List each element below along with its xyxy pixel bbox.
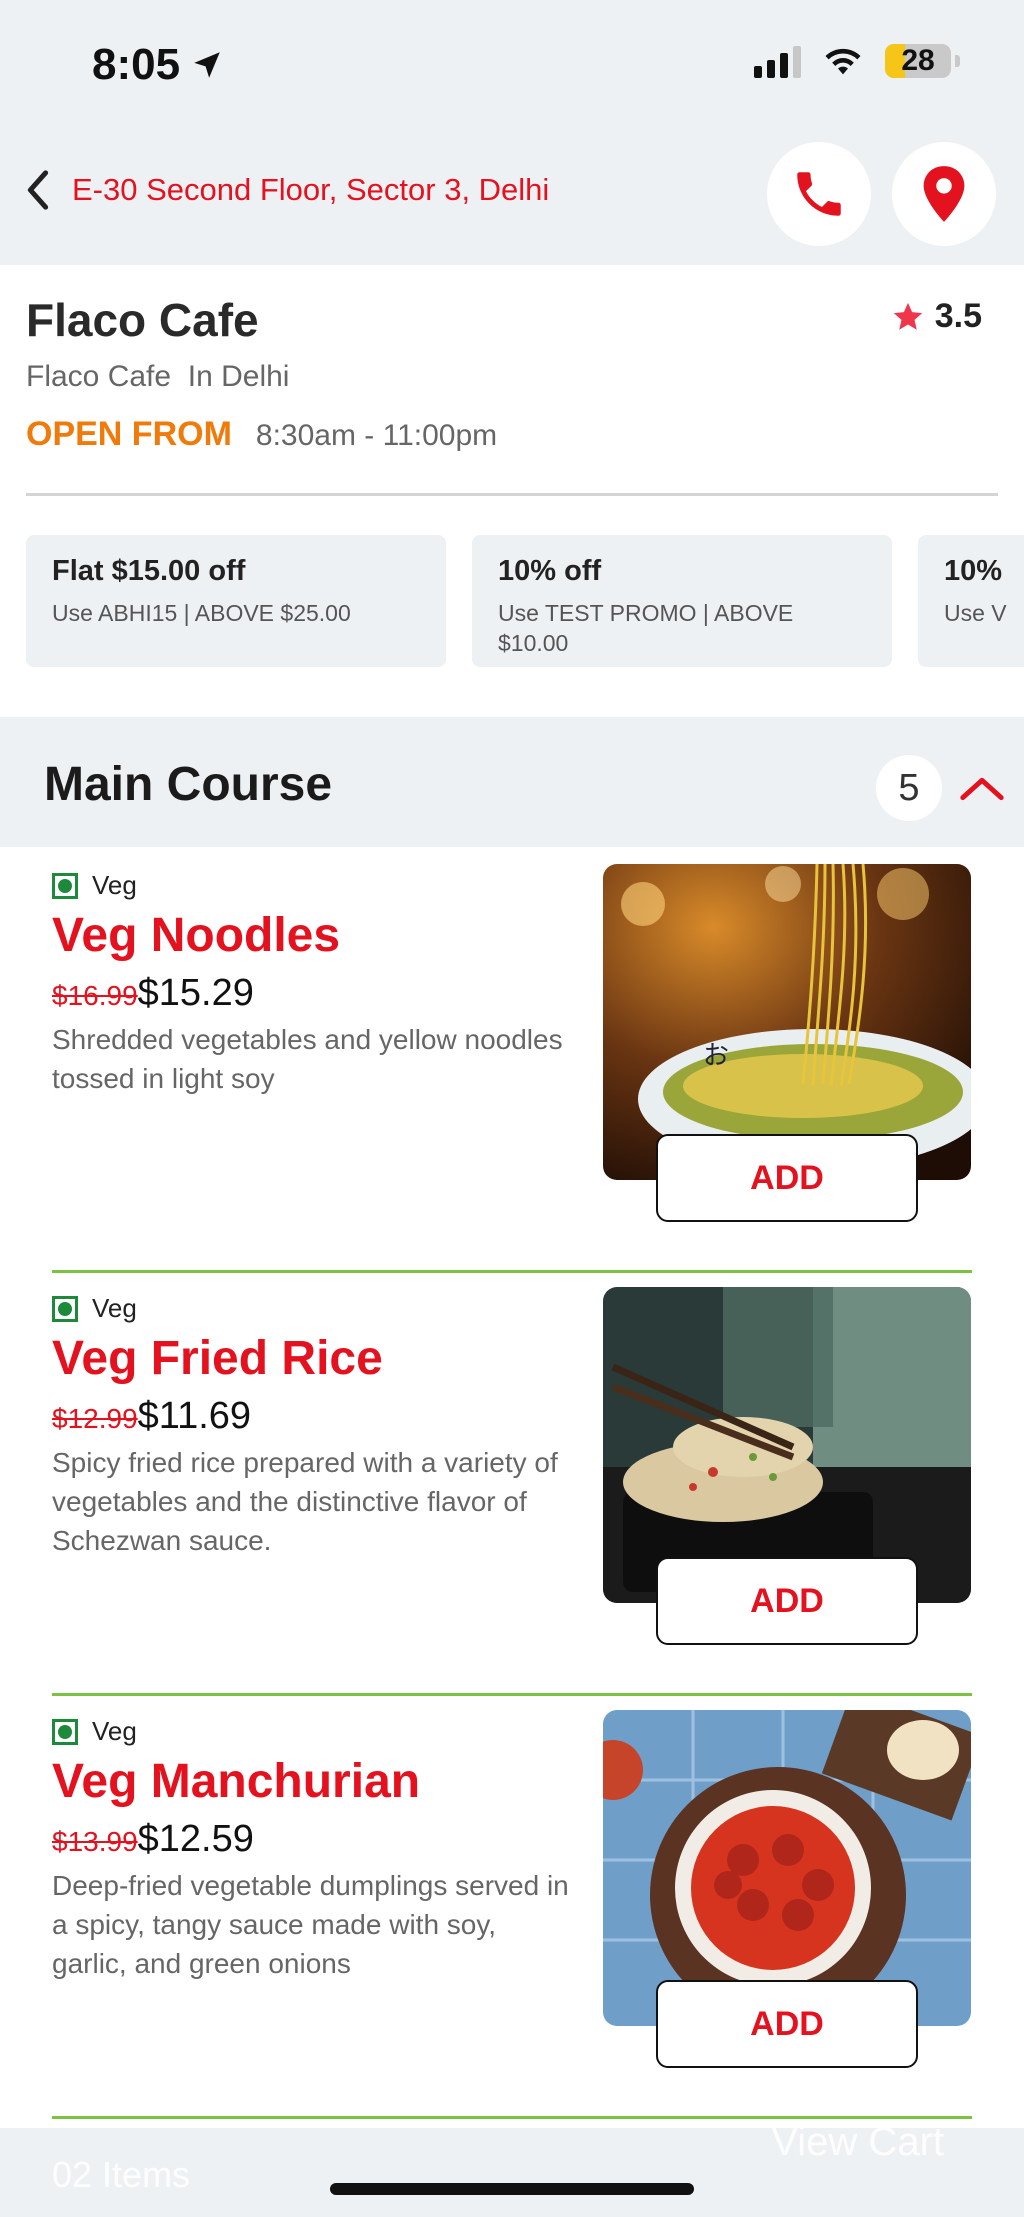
- item-separator: [52, 1693, 972, 1696]
- restaurant-info: Flaco Cafe 3.5 Flaco Cafe In Delhi OPEN …: [0, 265, 1024, 717]
- menu-section-header[interactable]: Main Course 5: [0, 717, 1024, 847]
- menu-item: Veg Veg Fried Rice $12.99 $11.69 Spicy f…: [0, 1287, 1024, 1716]
- battery-icon: 28: [885, 44, 951, 78]
- item-name: Veg Manchurian: [52, 1755, 421, 1808]
- veg-label: Veg: [92, 1293, 137, 1323]
- offer-subtitle: Use ABHI15 | ABOVE $25.00: [52, 600, 351, 626]
- veg-icon: [52, 1718, 78, 1745]
- svg-text:お: お: [703, 1041, 729, 1071]
- veg-icon: [52, 872, 78, 899]
- veg-icon: [52, 1295, 78, 1322]
- item-photo-noodles: お: [603, 864, 971, 1180]
- cellular-signal-icon: [754, 44, 801, 78]
- veg-indicator: Veg: [52, 1293, 137, 1324]
- phone-icon: [797, 172, 841, 216]
- battery-level: 28: [901, 44, 935, 77]
- menu-item: Veg Veg Manchurian $13.99 $12.59 Deep-fr…: [0, 1710, 1024, 2139]
- status-time-text: 8:05: [92, 40, 181, 89]
- section-item-count: 5: [876, 755, 942, 821]
- offer-title: 10%: [944, 555, 1003, 587]
- offer-title: 10% off: [498, 555, 602, 587]
- section-title: Main Course: [44, 758, 333, 811]
- rating-value: 3.5: [934, 297, 982, 335]
- veg-indicator: Veg: [52, 870, 137, 901]
- item-name: Veg Noodles: [52, 909, 341, 962]
- rating: 3.5: [891, 297, 982, 336]
- status-icons: 28: [754, 44, 960, 78]
- current-price: $15.29: [137, 972, 254, 1014]
- call-button[interactable]: [767, 142, 871, 246]
- open-from-label: OPEN FROM: [26, 415, 232, 453]
- location-arrow-icon: [194, 52, 220, 78]
- offer-subtitle: Use V: [944, 600, 1007, 626]
- location-button[interactable]: [892, 142, 996, 246]
- add-button[interactable]: ADD: [656, 1980, 918, 2068]
- open-hours: 8:30am - 11:00pm: [255, 419, 498, 452]
- current-price: $12.59: [137, 1818, 254, 1860]
- status-time: 8:05: [92, 40, 224, 90]
- item-price: $13.99 $12.59: [52, 1818, 254, 1861]
- item-description: Deep-fried vegetable dumplings served in…: [52, 1870, 569, 1979]
- item-separator: [52, 2116, 972, 2119]
- divider: [26, 493, 998, 496]
- old-price: $16.99: [52, 980, 138, 1011]
- restaurant-name: Flaco Cafe: [26, 294, 259, 346]
- back-address-row[interactable]: E-30 Second Floor, Sector 3, Delhi: [18, 170, 549, 210]
- veg-label: Veg: [92, 870, 137, 900]
- view-cart-button[interactable]: View Cart: [771, 2120, 944, 2165]
- back-chevron-icon[interactable]: [18, 170, 58, 210]
- menu-item: Veg Veg Noodles $16.99 $15.29 Shredded v…: [0, 864, 1024, 1293]
- add-button[interactable]: ADD: [656, 1557, 918, 1645]
- offer-title: Flat $15.00 off: [52, 555, 246, 587]
- item-price: $12.99 $11.69: [52, 1395, 251, 1438]
- item-photo-fried-rice: [603, 1287, 971, 1603]
- top-header: 8:05 28 E-30 Second Floor, Sector 3, Del…: [0, 0, 1024, 265]
- star-icon: [893, 302, 922, 330]
- cart-bar[interactable]: 02 Items View Cart: [0, 2120, 1024, 2217]
- item-photo-manchurian: [603, 1710, 971, 2026]
- offer-card[interactable]: Flat $15.00 off Use ABHI15 | ABOVE $25.0…: [26, 535, 446, 667]
- offer-card[interactable]: 10% Use V: [918, 535, 1024, 667]
- collapse-chevron-icon[interactable]: [956, 767, 1008, 809]
- item-name: Veg Fried Rice: [52, 1332, 383, 1385]
- offer-subtitle: Use TEST PROMO | ABOVE $10.00: [498, 600, 794, 656]
- add-button[interactable]: ADD: [656, 1134, 918, 1222]
- offer-card[interactable]: 10% off Use TEST PROMO | ABOVE $10.00: [472, 535, 892, 667]
- opening-hours: OPEN FROM 8:30am - 11:00pm: [26, 415, 497, 454]
- current-price: $11.69: [137, 1395, 252, 1437]
- item-description: Shredded vegetables and yellow noodles t…: [52, 1024, 563, 1094]
- offers-carousel[interactable]: Flat $15.00 off Use ABHI15 | ABOVE $25.0…: [26, 535, 1024, 667]
- old-price: $12.99: [52, 1403, 138, 1434]
- restaurant-subtitle: Flaco Cafe In Delhi: [26, 360, 290, 393]
- map-pin-icon: [923, 166, 965, 222]
- delivery-address[interactable]: E-30 Second Floor, Sector 3, Delhi: [72, 172, 549, 208]
- home-indicator: [330, 2183, 694, 2195]
- wifi-icon: [825, 48, 861, 75]
- old-price: $13.99: [52, 1826, 138, 1857]
- item-separator: [52, 1270, 972, 1273]
- item-price: $16.99 $15.29: [52, 972, 254, 1015]
- cart-item-count: 02 Items: [52, 2154, 191, 2195]
- veg-label: Veg: [92, 1716, 137, 1746]
- item-description: Spicy fried rice prepared with a variety…: [52, 1447, 558, 1556]
- veg-indicator: Veg: [52, 1716, 137, 1747]
